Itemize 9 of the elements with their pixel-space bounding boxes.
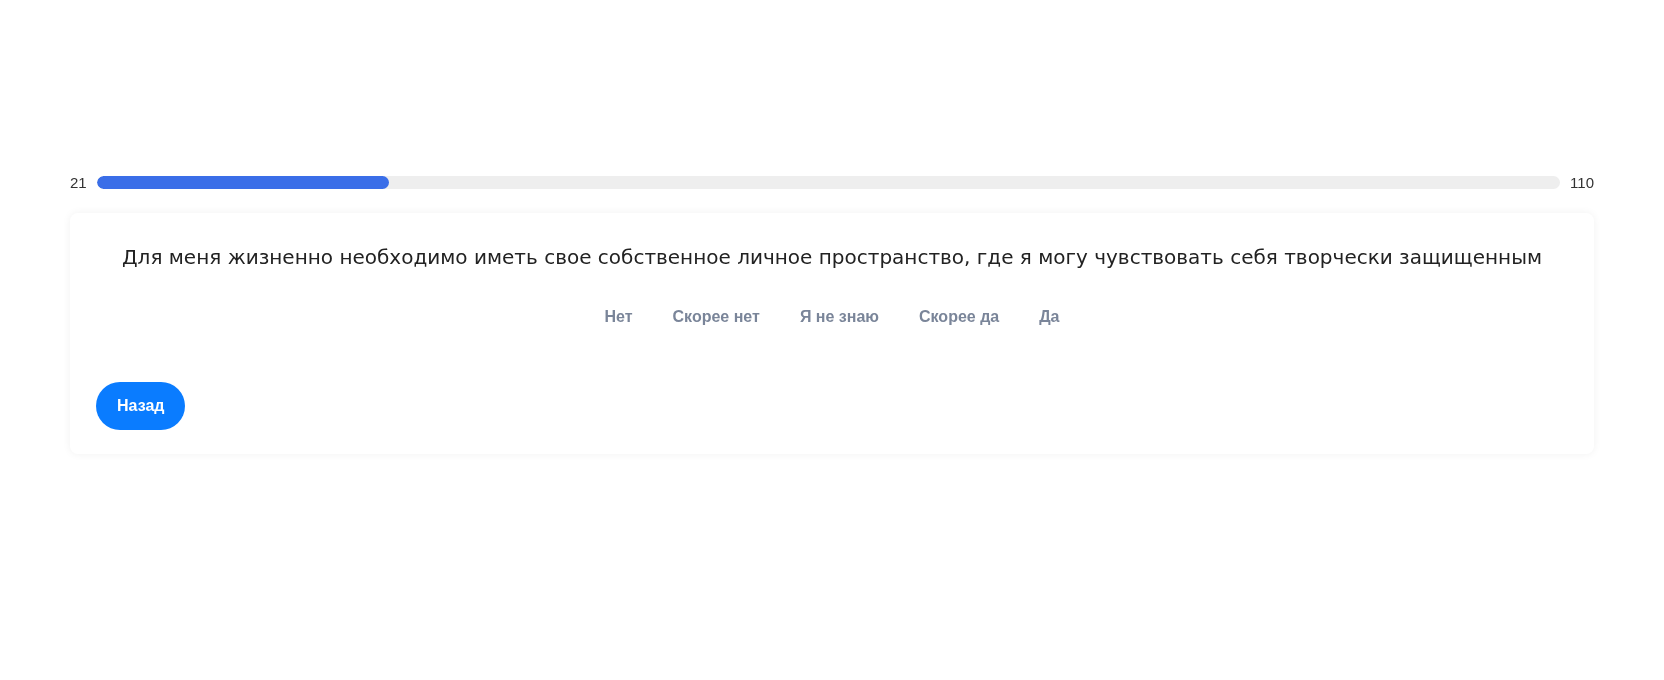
answer-option[interactable]: Нет	[594, 304, 643, 330]
answer-option[interactable]: Да	[1029, 304, 1070, 330]
answer-option[interactable]: Скорее нет	[662, 304, 770, 330]
back-button[interactable]: Назад	[96, 382, 186, 430]
question-text: Для меня жизненно необходимо иметь свое собственное личное пространство, где я могу чувствовать себя творчески защищенным	[121, 244, 1543, 271]
current-question-number: 21	[70, 174, 87, 191]
answer-option[interactable]: Скорее да	[909, 304, 1010, 330]
answer-option[interactable]: Я не знаю	[789, 304, 889, 330]
total-questions: 110	[1570, 174, 1594, 191]
